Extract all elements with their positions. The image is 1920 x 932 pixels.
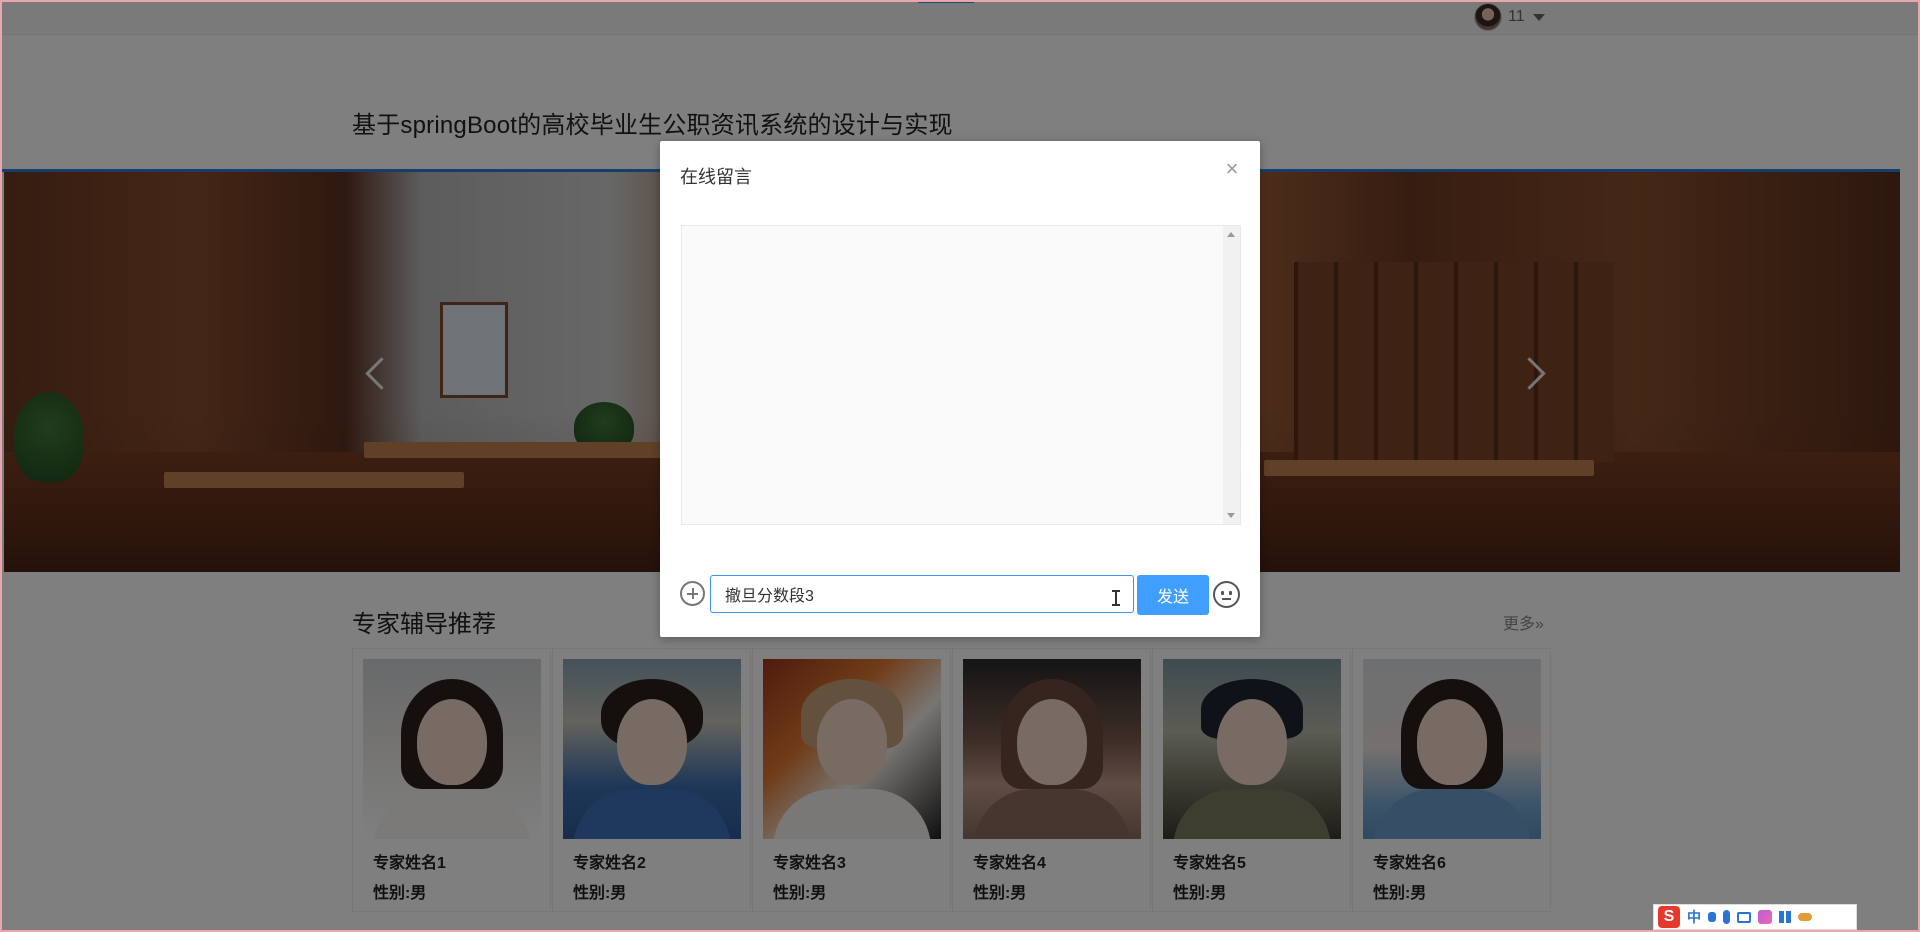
microphone-icon[interactable] — [1723, 910, 1730, 924]
scrollbar[interactable] — [1223, 226, 1240, 524]
scroll-up-icon[interactable] — [1227, 232, 1235, 237]
send-button[interactable]: 发送 — [1137, 575, 1209, 615]
dialog-title: 在线留言 — [680, 167, 752, 187]
page: 11 基于springBoot的高校毕业生公职资讯系统的设计与实现 专家辅导推荐… — [0, 0, 1920, 932]
toolbox-icon[interactable] — [1779, 911, 1791, 923]
scroll-down-icon[interactable] — [1227, 513, 1235, 518]
punctuation-icon[interactable] — [1708, 912, 1716, 922]
message-history[interactable] — [681, 225, 1241, 525]
close-icon[interactable]: × — [1222, 158, 1242, 180]
more-icon[interactable] — [1798, 913, 1812, 921]
text-cursor-icon — [1112, 590, 1120, 606]
message-dialog: 在线留言 × 发送 — [660, 141, 1260, 637]
emoji-icon[interactable] — [1213, 581, 1240, 608]
plus-circle-icon[interactable] — [680, 581, 705, 606]
keyboard-icon[interactable] — [1737, 911, 1751, 923]
ime-logo[interactable]: S — [1658, 906, 1680, 928]
message-input[interactable] — [710, 575, 1134, 613]
ime-language-toggle[interactable]: 中 — [1687, 907, 1701, 927]
ime-toolbar[interactable]: S 中 — [1653, 904, 1857, 930]
skin-icon[interactable] — [1758, 910, 1772, 924]
